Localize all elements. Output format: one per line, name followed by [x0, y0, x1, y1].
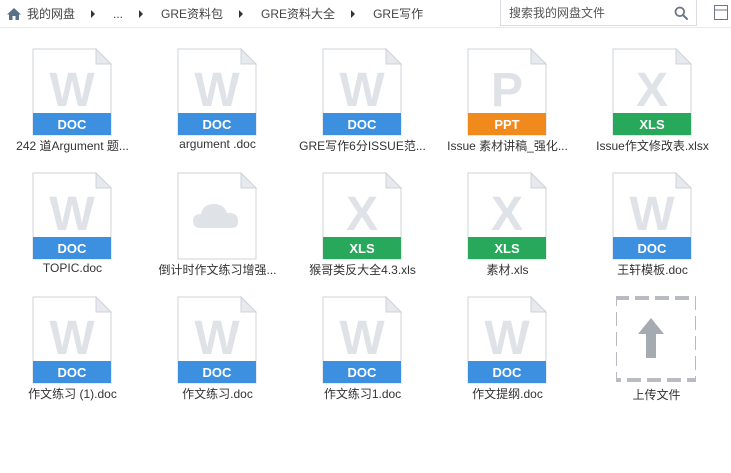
file-item[interactable]: W DOC argument .doc: [145, 48, 280, 166]
word-doc-icon: WDOC: [177, 48, 257, 136]
breadcrumb-item-gre-pack[interactable]: GRE资料包: [157, 0, 227, 27]
breadcrumb-label: ...: [113, 6, 124, 21]
file-name: 素材.xls: [486, 263, 529, 277]
file-name: Issue作文修改表.xlsx: [596, 139, 709, 153]
word-doc-icon: WDOC: [612, 172, 692, 260]
file-name: 作文练习.doc: [182, 387, 253, 401]
file-name: 王轩模板.doc: [617, 263, 688, 277]
file-item[interactable]: W DOC 作文练习.doc: [145, 296, 280, 414]
file-name: 作文提纲.doc: [472, 387, 543, 401]
svg-text:W: W: [194, 64, 240, 117]
excel-doc-icon: XXLS: [467, 172, 547, 260]
svg-text:W: W: [339, 64, 385, 117]
upload-label: 上传文件: [632, 388, 681, 402]
file-item[interactable]: P PPT Issue 素材讲稿_强化...: [435, 48, 570, 166]
file-item[interactable]: W DOC 作文练习 (1).doc: [0, 296, 135, 414]
toolbar-divider: [0, 27, 731, 28]
chevron-right-icon: [139, 9, 144, 18]
file-name: 242 道Argument 题...: [16, 139, 129, 153]
excel-doc-icon: XXLS: [322, 172, 402, 260]
svg-text:X: X: [636, 64, 668, 117]
file-item[interactable]: W DOC 作文练习1.doc: [290, 296, 425, 414]
svg-text:XLS: XLS: [639, 117, 665, 132]
svg-text:X: X: [346, 188, 378, 241]
view-toggle-icon[interactable]: [714, 5, 728, 20]
file-name: TOPIC.doc: [42, 261, 103, 275]
breadcrumb-label: GRE资料包: [161, 7, 224, 21]
breadcrumb-item-gre-all[interactable]: GRE资料大全: [257, 0, 339, 27]
svg-text:W: W: [339, 312, 385, 365]
svg-text:W: W: [194, 312, 240, 365]
svg-text:DOC: DOC: [203, 117, 233, 132]
upload-icon: [616, 296, 696, 382]
search-input[interactable]: [509, 5, 669, 20]
file-item[interactable]: X XLS Issue作文修改表.xlsx: [580, 48, 715, 166]
svg-text:DOC: DOC: [348, 365, 378, 380]
word-doc-icon: WDOC: [32, 296, 112, 384]
svg-text:W: W: [629, 188, 675, 241]
svg-text:DOC: DOC: [348, 117, 378, 132]
breadcrumb-item-gre-writing[interactable]: GRE写作: [369, 0, 427, 27]
file-name: 作文练习1.doc: [323, 387, 402, 401]
svg-text:W: W: [49, 188, 95, 241]
svg-text:DOC: DOC: [203, 365, 233, 380]
chevron-right-icon: [351, 9, 356, 18]
file-item[interactable]: W DOC 王轩模板.doc: [580, 172, 715, 290]
file-item[interactable]: W DOC TOPIC.doc: [0, 172, 135, 290]
file-name: 猴哥类反大全4.3.xls: [309, 263, 416, 277]
cloud-file-icon: [177, 172, 257, 260]
top-bar: 我的网盘 ... GRE资料包 GRE资料大全 GRE写作: [0, 0, 731, 28]
word-doc-icon: WDOC: [322, 48, 402, 136]
svg-text:W: W: [49, 312, 95, 365]
file-item[interactable]: W DOC 242 道Argument 题...: [0, 48, 135, 166]
word-doc-icon: WDOC: [177, 296, 257, 384]
chevron-right-icon: [91, 9, 96, 18]
file-name: GRE写作6分ISSUE范...: [299, 139, 426, 153]
breadcrumb-label: GRE资料大全: [261, 7, 336, 21]
search-box: [500, 0, 697, 26]
chevron-right-icon: [239, 9, 244, 18]
file-item[interactable]: W DOC 作文提纲.doc: [435, 296, 570, 414]
breadcrumb-label: 我的网盘: [27, 7, 76, 21]
svg-text:DOC: DOC: [58, 365, 88, 380]
breadcrumb-item-ellipsis[interactable]: ...: [109, 0, 127, 27]
file-item[interactable]: W DOC GRE写作6分ISSUE范...: [290, 48, 426, 166]
svg-text:P: P: [491, 64, 523, 117]
svg-text:X: X: [491, 188, 523, 241]
svg-text:DOC: DOC: [493, 365, 523, 380]
word-doc-icon: WDOC: [467, 296, 547, 384]
svg-text:W: W: [49, 64, 95, 117]
svg-text:PPT: PPT: [494, 117, 519, 132]
word-doc-icon: WDOC: [32, 172, 112, 260]
breadcrumb-label: GRE写作: [373, 7, 424, 21]
svg-text:DOC: DOC: [638, 241, 668, 256]
file-item[interactable]: X XLS 素材.xls: [435, 172, 570, 290]
svg-text:XLS: XLS: [349, 241, 375, 256]
excel-doc-icon: XXLS: [612, 48, 692, 136]
home-icon: [7, 7, 21, 20]
word-doc-icon: WDOC: [32, 48, 112, 136]
svg-text:XLS: XLS: [494, 241, 520, 256]
file-name: 倒计时作文练习增强...: [158, 263, 277, 277]
breadcrumb: 我的网盘 ... GRE资料包 GRE资料大全 GRE写作: [0, 0, 427, 27]
breadcrumb-item-home[interactable]: 我的网盘: [0, 0, 79, 27]
file-item[interactable]: X XLS 猴哥类反大全4.3.xls: [290, 172, 425, 290]
file-item[interactable]: 倒计时作文练习增强...: [145, 172, 280, 290]
svg-text:W: W: [484, 312, 530, 365]
file-name: argument .doc: [179, 137, 256, 151]
word-doc-icon: WDOC: [322, 296, 402, 384]
file-name: Issue 素材讲稿_强化...: [447, 139, 568, 153]
svg-text:DOC: DOC: [58, 241, 88, 256]
svg-text:DOC: DOC: [58, 117, 88, 132]
upload-file-tile[interactable]: 上传文件: [584, 296, 719, 414]
file-name: 作文练习 (1).doc: [28, 387, 117, 401]
search-icon[interactable]: [674, 6, 688, 20]
ppt-doc-icon: PPPT: [467, 48, 547, 136]
